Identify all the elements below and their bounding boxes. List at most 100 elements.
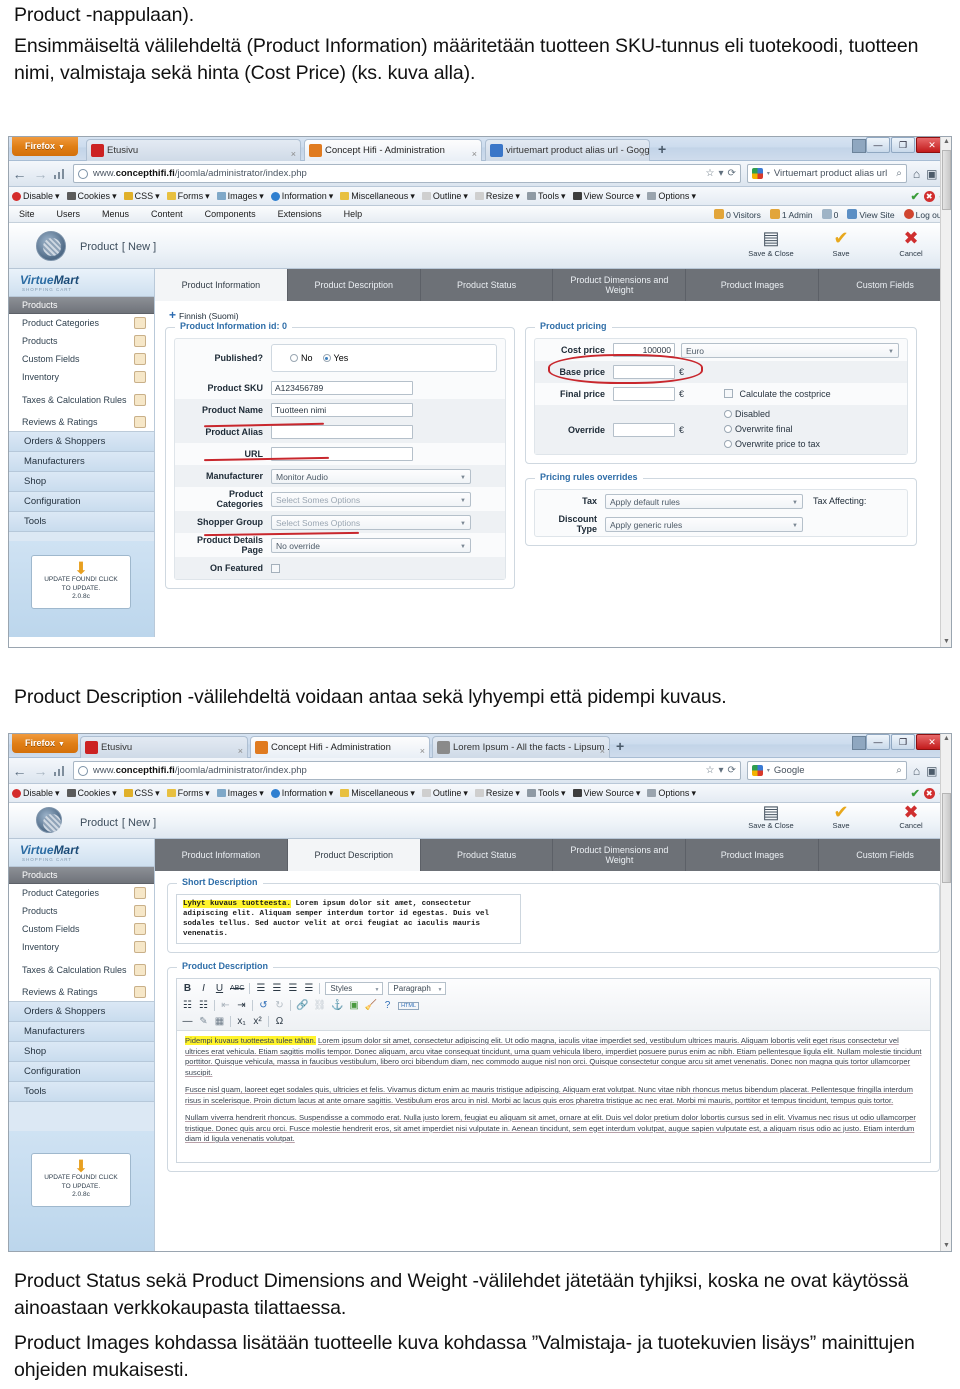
toolbar-miscellaneous[interactable]: Miscellaneous ▾	[340, 788, 415, 799]
tab-product-status[interactable]: Product Status	[421, 839, 554, 871]
italic-icon[interactable]: I	[198, 983, 209, 994]
scroll-down-icon[interactable]: ▼	[941, 636, 952, 648]
toolbar-cookies[interactable]: Cookies ▾	[66, 788, 117, 799]
search-input[interactable]: Virtuemart product alias url	[774, 168, 887, 179]
input-override[interactable]	[613, 422, 675, 437]
chevron-down-icon[interactable]: ▾	[767, 170, 770, 177]
select-discount-type[interactable]: Apply generic rules	[605, 516, 803, 533]
search-input[interactable]: Google	[774, 765, 805, 776]
toolbar-information[interactable]: Information ▾	[270, 788, 333, 799]
align-right-icon[interactable]: ☰	[287, 983, 298, 994]
page-scrollbar-1[interactable]: ▲ ▼	[940, 136, 952, 648]
toolbar-tools[interactable]: Tools ▾	[526, 788, 566, 799]
anchor-icon[interactable]: ⚓	[331, 1000, 343, 1011]
toolbar-forms[interactable]: Forms ▾	[166, 788, 210, 799]
align-center-icon[interactable]: ☰	[271, 983, 282, 994]
sidebar-item-reviews[interactable]: Reviews & Ratings	[8, 983, 154, 1001]
unlink-icon[interactable]: ⛓	[313, 1000, 326, 1011]
toolbar-images[interactable]: Images ▾	[216, 788, 264, 799]
numbered-list-icon[interactable]: ☷	[198, 1000, 209, 1011]
toolbar-images[interactable]: Images ▾	[216, 191, 264, 202]
select-manufacturer[interactable]: Monitor Audio	[271, 468, 471, 485]
maximize-button[interactable]: ❐	[891, 734, 915, 750]
toolbar-disable[interactable]: Disable ▾	[12, 788, 60, 799]
toolbar-outline[interactable]: Outline ▾	[421, 788, 468, 799]
cancel-button[interactable]: ✖ Cancel	[884, 803, 938, 830]
maximize-button[interactable]: ❐	[891, 137, 915, 153]
chevron-down-icon[interactable]: ▾	[718, 168, 723, 179]
sidebar-item-tools[interactable]: Tools	[8, 1082, 154, 1102]
reload-icon[interactable]: ⟳	[727, 765, 735, 776]
sidebar-item-products[interactable]: Products	[8, 332, 154, 350]
browser-tab-etusivu[interactable]: Etusivu ×	[80, 736, 248, 758]
browser-tab-lorem-ipsum[interactable]: Lorem Ipsum - All the facts - Lipsum ...…	[432, 736, 610, 758]
toolbar-forms[interactable]: Forms ▾	[166, 191, 210, 202]
minimize-button[interactable]: —	[866, 734, 890, 750]
menu-users[interactable]: Users	[46, 209, 92, 219]
tab-product-status[interactable]: Product Status	[421, 269, 554, 301]
tab-custom-fields[interactable]: Custom Fields	[819, 269, 952, 301]
view-site-link[interactable]: View Site	[847, 208, 895, 220]
toolbar-options[interactable]: Options ▾	[647, 788, 696, 799]
radio-published-yes[interactable]	[322, 354, 331, 362]
undo-icon[interactable]: ↺	[258, 1000, 269, 1011]
input-product-name[interactable]: Tuotteen nimi	[271, 403, 413, 417]
update-notice-box-1[interactable]: ⬇ UPDATE FOUND! CLICK TO UPDATE. 2.0.8c	[8, 541, 154, 637]
browser-tab-concept-hifi[interactable]: Concept Hifi - Administration ×	[250, 736, 430, 758]
close-icon[interactable]: ×	[291, 144, 296, 161]
tab-product-description[interactable]: Product Description	[287, 839, 421, 871]
link-icon[interactable]: 🔗	[296, 1000, 308, 1011]
toolbar-resize[interactable]: Resize ▾	[474, 788, 520, 799]
help-icon[interactable]: ?	[382, 1000, 393, 1011]
bookmark-star-icon[interactable]: ☆	[705, 765, 714, 776]
chevron-down-icon[interactable]: ▾	[718, 765, 723, 776]
new-tab-button[interactable]: +	[658, 141, 666, 157]
input-product-sku[interactable]: A123456789	[271, 381, 413, 395]
toolbar-view-source[interactable]: View Source ▾	[572, 191, 640, 202]
home-icon[interactable]: ⌂	[913, 167, 920, 181]
tab-product-dimensions-weight[interactable]: Product Dimensions and Weight	[553, 839, 687, 871]
input-cost-price[interactable]: 100000	[613, 343, 675, 357]
toolbar-view-source[interactable]: View Source ▾	[572, 788, 640, 799]
sidebar-item-taxes[interactable]: Taxes & Calculation Rules	[8, 386, 154, 413]
search-bar-2[interactable]: ▾ Google ⌕	[746, 761, 907, 780]
toolbar-options[interactable]: Options ▾	[647, 191, 696, 202]
cleanup-icon[interactable]: 🧹	[365, 1000, 377, 1011]
tab-custom-fields[interactable]: Custom Fields	[819, 839, 952, 871]
browser-tab-google-search[interactable]: virtuemart product alias url - Google-..…	[485, 139, 650, 161]
sidebar-item-configuration[interactable]: Configuration	[8, 1062, 154, 1082]
short-description-textarea[interactable]: Lyhyt kuvaus tuotteesta. Lorem ipsum dol…	[176, 894, 521, 944]
table-icon[interactable]: ▦	[214, 1016, 225, 1027]
toolbar-miscellaneous[interactable]: Miscellaneous ▾	[340, 191, 415, 202]
special-char-icon[interactable]: Ω	[274, 1016, 285, 1027]
indent-icon[interactable]: ⇥	[236, 1000, 247, 1011]
close-icon[interactable]: ×	[420, 741, 425, 758]
close-icon[interactable]: ×	[472, 144, 477, 161]
radio-published-no[interactable]	[290, 354, 298, 362]
radio-overwrite-price-to-tax[interactable]	[724, 440, 733, 448]
sidebar-item-orders-shoppers[interactable]: Orders & Shoppers	[8, 1002, 154, 1022]
pin-tab-icon[interactable]	[852, 736, 866, 750]
select-product-details-page[interactable]: No override	[271, 537, 471, 554]
browser-tab-etusivu[interactable]: Etusivu ×	[86, 139, 301, 161]
input-base-price[interactable]	[613, 365, 675, 379]
sidebar-item-products[interactable]: Products	[8, 902, 154, 920]
sidebar-item-custom-fields[interactable]: Custom Fields	[8, 920, 154, 938]
sidebar-item-orders-shoppers[interactable]: Orders & Shoppers	[8, 432, 154, 452]
bookmarks-icon[interactable]: ▣	[926, 167, 937, 181]
tinymce-editor[interactable]: B I U ABC ☰ ☰ ☰ ☰ Styles ▼ Paragraph ▼ ☷…	[176, 978, 931, 1163]
underline-icon[interactable]: U	[214, 983, 225, 994]
sidebar-item-product-categories[interactable]: Product Categories	[8, 314, 154, 332]
scrollbar-thumb[interactable]	[942, 793, 951, 883]
sidebar-item-configuration[interactable]: Configuration	[8, 492, 154, 512]
browser-tab-concept-hifi[interactable]: Concept Hifi - Administration ×	[304, 139, 482, 161]
radio-row-overwrite-final[interactable]: Overwrite final	[724, 422, 820, 437]
toolbar-css[interactable]: CSS ▾	[123, 191, 160, 202]
menu-site[interactable]: Site	[8, 209, 46, 219]
select-currency[interactable]: Euro	[681, 342, 899, 359]
sidebar-item-manufacturers[interactable]: Manufacturers	[8, 1022, 154, 1042]
sidebar-item-manufacturers[interactable]: Manufacturers	[8, 452, 154, 472]
forward-icon[interactable]: →	[33, 763, 48, 779]
menu-components[interactable]: Components	[194, 209, 267, 219]
menu-help[interactable]: Help	[333, 209, 374, 219]
